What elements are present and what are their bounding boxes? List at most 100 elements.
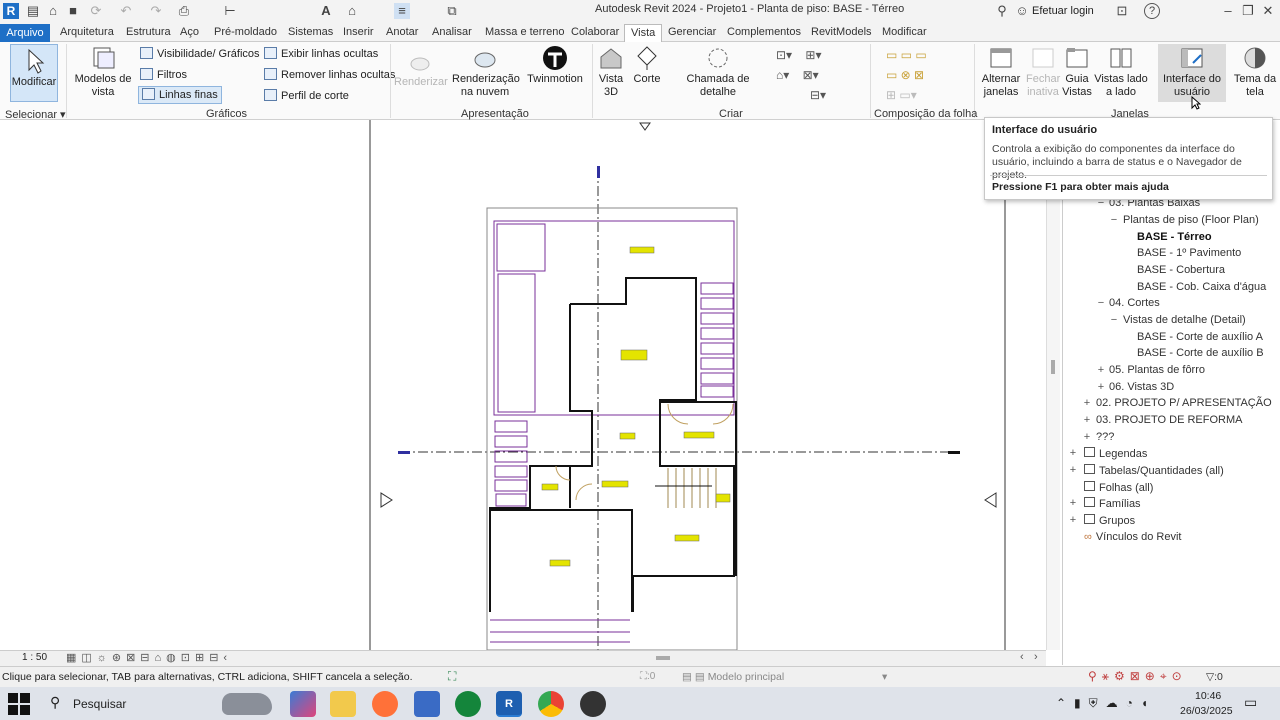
view-scale[interactable]: 1 : 50: [22, 652, 47, 663]
tree-toggle[interactable]: −: [1109, 314, 1119, 326]
tab-pre-moldado[interactable]: Pré-moldado: [214, 26, 277, 38]
tile-views-button[interactable]: Vistas lado a lado: [1094, 45, 1148, 99]
tab-analisar[interactable]: Analisar: [432, 26, 472, 38]
screen-theme-button[interactable]: Tema da tela: [1230, 45, 1280, 99]
tree-item-legends[interactable]: Legendas: [1084, 447, 1147, 460]
cut-profile-button[interactable]: Perfil de corte: [264, 89, 349, 103]
tree-item[interactable]: Plantas de piso (Floor Plan): [1123, 214, 1259, 226]
tab-colaborar[interactable]: Colaborar: [571, 26, 619, 38]
help-icon[interactable]: ?: [1144, 3, 1160, 19]
calculator-icon[interactable]: [414, 691, 440, 717]
tree-item[interactable]: BASE - Cob. Caixa d'água: [1137, 281, 1266, 293]
tree-item[interactable]: BASE - Corte de auxílio B: [1137, 347, 1264, 359]
tab-arquivo[interactable]: Arquivo: [0, 24, 50, 42]
tab-estrutura[interactable]: Estrutura: [126, 26, 171, 38]
save-icon[interactable]: ■: [65, 3, 81, 19]
workset-count[interactable]: ⛶:0: [640, 671, 655, 682]
filters-button[interactable]: Filtros: [140, 68, 187, 82]
chrome-icon[interactable]: [538, 691, 564, 717]
tree-toggle[interactable]: −: [1096, 297, 1106, 309]
section-button[interactable]: Corte: [632, 45, 662, 86]
tab-modificar[interactable]: Modificar: [882, 26, 927, 38]
tab-aco[interactable]: Aço: [180, 26, 199, 38]
horizontal-scroll-thumb[interactable]: [656, 656, 670, 660]
tree-item-families[interactable]: Famílias: [1084, 497, 1141, 510]
workset-icon[interactable]: ⛶: [448, 669, 456, 684]
legend-icon[interactable]: ⊠▾: [803, 68, 819, 82]
open-icon[interactable]: ⌂: [45, 3, 61, 19]
detail-callout-button[interactable]: Chamada de detalhe: [670, 45, 766, 99]
tree-toggle[interactable]: +: [1096, 364, 1106, 376]
home-icon[interactable]: ▤: [25, 3, 41, 19]
measure-icon[interactable]: ⊢: [222, 3, 238, 19]
tray-icons[interactable]: ⌃▮⛨☁◔◖: [1056, 696, 1156, 711]
view-3d-button[interactable]: Vista 3D: [596, 45, 626, 99]
windows-start-icon[interactable]: [8, 693, 30, 715]
schedule-icon[interactable]: ⊟▾: [810, 88, 826, 102]
tab-inserir[interactable]: Inserir: [343, 26, 374, 38]
switch-windows-icon[interactable]: ⧉: [444, 3, 460, 19]
scroll-left-icon[interactable]: ‹: [1020, 651, 1024, 663]
view-templates-button[interactable]: Modelos de vista: [74, 45, 132, 99]
render-button[interactable]: Renderizar: [394, 48, 448, 89]
close-inactive-button[interactable]: Fechar inativa: [1026, 45, 1060, 99]
view-control-icons[interactable]: ▦◫☼⊛⊠⊟⌂◍⊡⊞⊟‹: [66, 651, 232, 664]
tree-item-groups[interactable]: Grupos: [1084, 514, 1135, 527]
cart-icon[interactable]: ⊡: [1114, 3, 1130, 19]
text-icon[interactable]: A: [318, 3, 334, 19]
model-dropdown[interactable]: ▤ ▤ Modelo principal ▾: [682, 671, 892, 683]
file-explorer-icon[interactable]: [330, 691, 356, 717]
undo-icon[interactable]: ↶: [118, 3, 134, 19]
user-interface-button[interactable]: Interface do usuário: [1158, 44, 1226, 102]
clock-time[interactable]: 10:46: [1195, 690, 1221, 702]
sync-icon[interactable]: ⟳: [88, 3, 104, 19]
tree-item[interactable]: BASE - 1º Pavimento: [1137, 247, 1241, 259]
view-ref-icon[interactable]: ▭ ⊗ ⊠: [886, 68, 924, 82]
obs-icon[interactable]: [580, 691, 606, 717]
tree-item[interactable]: 03. PROJETO DE REFORMA: [1096, 414, 1243, 426]
thin-lines-button[interactable]: Linhas finas: [138, 86, 222, 104]
tab-revitmodels[interactable]: RevitModels: [811, 26, 872, 38]
tree-toggle[interactable]: +: [1082, 397, 1092, 409]
tab-vista[interactable]: Vista: [624, 24, 663, 43]
revit-logo-icon[interactable]: R: [3, 3, 19, 19]
tree-item-schedules[interactable]: Tabelas/Quantidades (all): [1084, 464, 1224, 477]
copilot-icon[interactable]: [290, 691, 316, 717]
elevation-icon[interactable]: ⌂▾: [776, 68, 789, 82]
tab-complementos[interactable]: Complementos: [727, 26, 801, 38]
tree-toggle[interactable]: +: [1082, 414, 1092, 426]
close-icon[interactable]: ✕: [1260, 3, 1276, 19]
remove-hidden-lines-button[interactable]: Remover linhas ocultas: [264, 68, 395, 82]
clock-date[interactable]: 26/03/2025: [1180, 705, 1233, 717]
tab-anotar[interactable]: Anotar: [386, 26, 418, 38]
twinmotion-button[interactable]: Twinmotion: [526, 45, 584, 86]
visibility-graphics-button[interactable]: Visibilidade/ Gráficos: [140, 47, 260, 61]
maximize-icon[interactable]: ❐: [1240, 3, 1256, 19]
show-hidden-lines-button[interactable]: Exibir linhas ocultas: [264, 47, 378, 61]
tree-toggle[interactable]: +: [1082, 431, 1092, 443]
tree-item[interactable]: 04. Cortes: [1109, 297, 1160, 309]
tree-toggle[interactable]: +: [1096, 381, 1106, 393]
upwork-icon[interactable]: [455, 691, 481, 717]
tree-item-sheets[interactable]: Folhas (all): [1084, 481, 1153, 494]
tree-toggle[interactable]: −: [1109, 214, 1119, 226]
print-icon[interactable]: ⎙: [176, 3, 192, 19]
tree-item-links[interactable]: ∞ Vínculos do Revit: [1084, 531, 1181, 543]
firefox-icon[interactable]: [372, 691, 398, 717]
floor-plan-drawing[interactable]: [0, 120, 1046, 650]
duplicate-view-icon[interactable]: ⊞▾: [805, 48, 821, 62]
revit-taskbar-icon[interactable]: R: [496, 691, 522, 717]
modify-button[interactable]: Modificar: [10, 44, 58, 102]
binoculars-icon[interactable]: ⚲: [994, 3, 1010, 19]
tab-sistemas[interactable]: Sistemas: [288, 26, 333, 38]
scroll-right-icon[interactable]: ›: [1034, 651, 1038, 663]
plan-view-icon[interactable]: ⊡▾: [776, 48, 792, 62]
redo-icon[interactable]: ↷: [148, 3, 164, 19]
filter-count[interactable]: ▽:0: [1206, 671, 1223, 683]
switch-windows-button[interactable]: Alternar janelas: [980, 45, 1022, 99]
tree-item[interactable]: 06. Vistas 3D: [1109, 381, 1174, 393]
tab-arquitetura[interactable]: Arquitetura: [60, 26, 114, 38]
tree-toggle[interactable]: +: [1068, 447, 1078, 459]
tab-massa-terreno[interactable]: Massa e terreno: [485, 26, 564, 38]
cloud-render-button[interactable]: Renderização na nuvem: [452, 45, 520, 99]
